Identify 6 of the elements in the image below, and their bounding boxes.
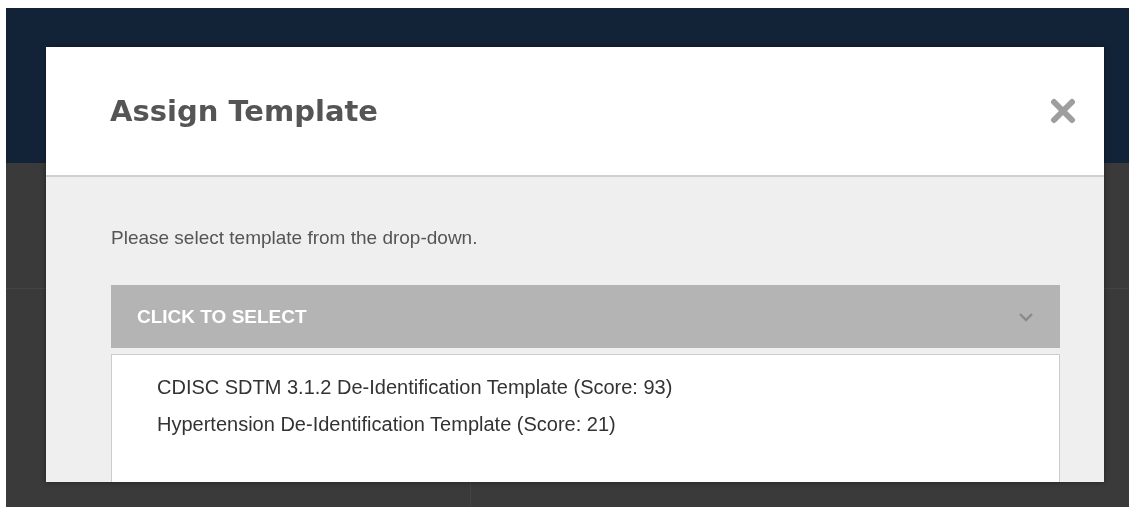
dropdown-option[interactable]: CDISC SDTM 3.1.2 De-Identification Template (Score: 93)	[112, 369, 1059, 406]
close-icon[interactable]	[1050, 98, 1076, 124]
instruction-text: Please select template from the drop-down.	[111, 227, 479, 249]
dropdown-option[interactable]: Hypertension De-Identification Template (Score: 21)	[112, 406, 1059, 443]
dialog-title: Assign Template	[110, 94, 379, 128]
chevron-icon	[1018, 311, 1034, 322]
